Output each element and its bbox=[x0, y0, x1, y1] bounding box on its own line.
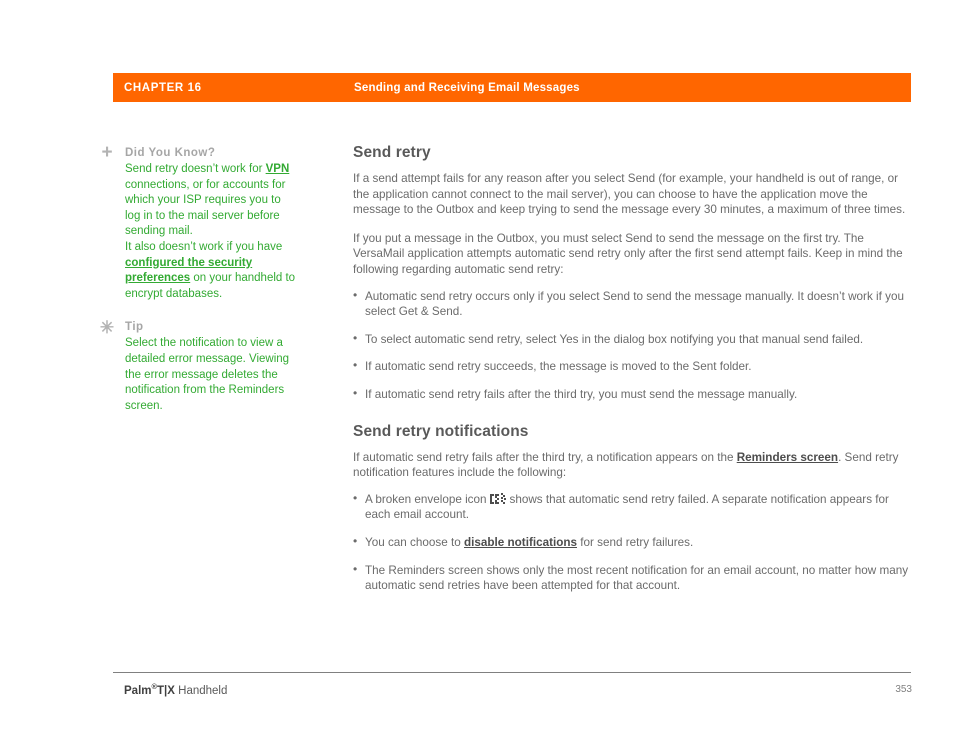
section-title-notifications: Send retry notifications bbox=[353, 422, 529, 440]
note-body: Select the notification to view a detail… bbox=[125, 337, 290, 412]
page-title: Send retry bbox=[353, 144, 431, 161]
sidebar-notes: + Did You Know? Send retry doesn’t work … bbox=[97, 142, 297, 432]
chapter-title: Sending and Receiving Email Messages bbox=[354, 81, 580, 94]
footer-brand: Palm bbox=[124, 685, 152, 697]
paragraph: If a send attempt fails for any reason a… bbox=[353, 172, 906, 217]
disable-notifications-link[interactable]: disable notifications bbox=[464, 536, 577, 549]
plus-icon: + bbox=[101, 142, 113, 163]
list-item-text: for send retry failures. bbox=[577, 535, 694, 549]
note-tip: ✳ Tip Select the notification to view a … bbox=[97, 318, 297, 414]
list-item: If automatic send retry fails after the … bbox=[353, 386, 913, 403]
list-item-text: You can choose to bbox=[365, 535, 464, 549]
vpn-link[interactable]: VPN bbox=[266, 163, 290, 175]
footer-divider bbox=[113, 672, 911, 673]
paragraph: If automatic send retry fails after the … bbox=[353, 450, 913, 481]
paragraph-text: If automatic send retry fails after the … bbox=[353, 450, 737, 464]
paragraph: If you put a message in the Outbox, you … bbox=[353, 231, 903, 276]
asterisk-icon: ✳ bbox=[99, 318, 115, 338]
footer-model: T|X bbox=[157, 685, 175, 697]
note-body: Send retry doesn’t work for VPN connecti… bbox=[125, 162, 297, 302]
footer-product-label: Palm®T|X Handheld bbox=[124, 682, 227, 697]
list-item: A broken envelope iconshows that automat… bbox=[353, 491, 913, 523]
note-heading: Did You Know? bbox=[125, 147, 216, 159]
bullet-list-notifications: A broken envelope iconshows that automat… bbox=[353, 491, 913, 594]
note-heading: Tip bbox=[125, 321, 144, 334]
list-item: Automatic send retry occurs only if you … bbox=[353, 288, 913, 320]
broken-envelope-icon bbox=[489, 492, 507, 505]
page-number: 353 bbox=[895, 684, 912, 695]
note-did-you-know: + Did You Know? Send retry doesn’t work … bbox=[97, 142, 297, 302]
main-content: Send retry If a send attempt fails for a… bbox=[353, 144, 913, 606]
page-header-bar: CHAPTER 16 Sending and Receiving Email M… bbox=[113, 73, 911, 102]
list-item-text: A broken envelope icon bbox=[365, 492, 487, 506]
note-text: connections, or for accounts for which y… bbox=[125, 178, 286, 238]
document-page: CHAPTER 16 Sending and Receiving Email M… bbox=[0, 0, 954, 738]
note-text: It also doesn’t work if you have bbox=[125, 240, 283, 253]
reminders-screen-link[interactable]: Reminders screen bbox=[737, 451, 838, 464]
list-item: The Reminders screen shows only the most… bbox=[353, 561, 913, 594]
chapter-label: CHAPTER 16 bbox=[124, 81, 202, 94]
bullet-list-send-retry: Automatic send retry occurs only if you … bbox=[353, 288, 913, 403]
list-item: You can choose to disable notifications … bbox=[353, 534, 913, 551]
list-item: If automatic send retry succeeds, the me… bbox=[353, 358, 913, 375]
footer-product: Handheld bbox=[174, 685, 228, 697]
note-text: Send retry doesn’t work for bbox=[125, 163, 266, 175]
list-item: To select automatic send retry, select Y… bbox=[353, 331, 913, 348]
